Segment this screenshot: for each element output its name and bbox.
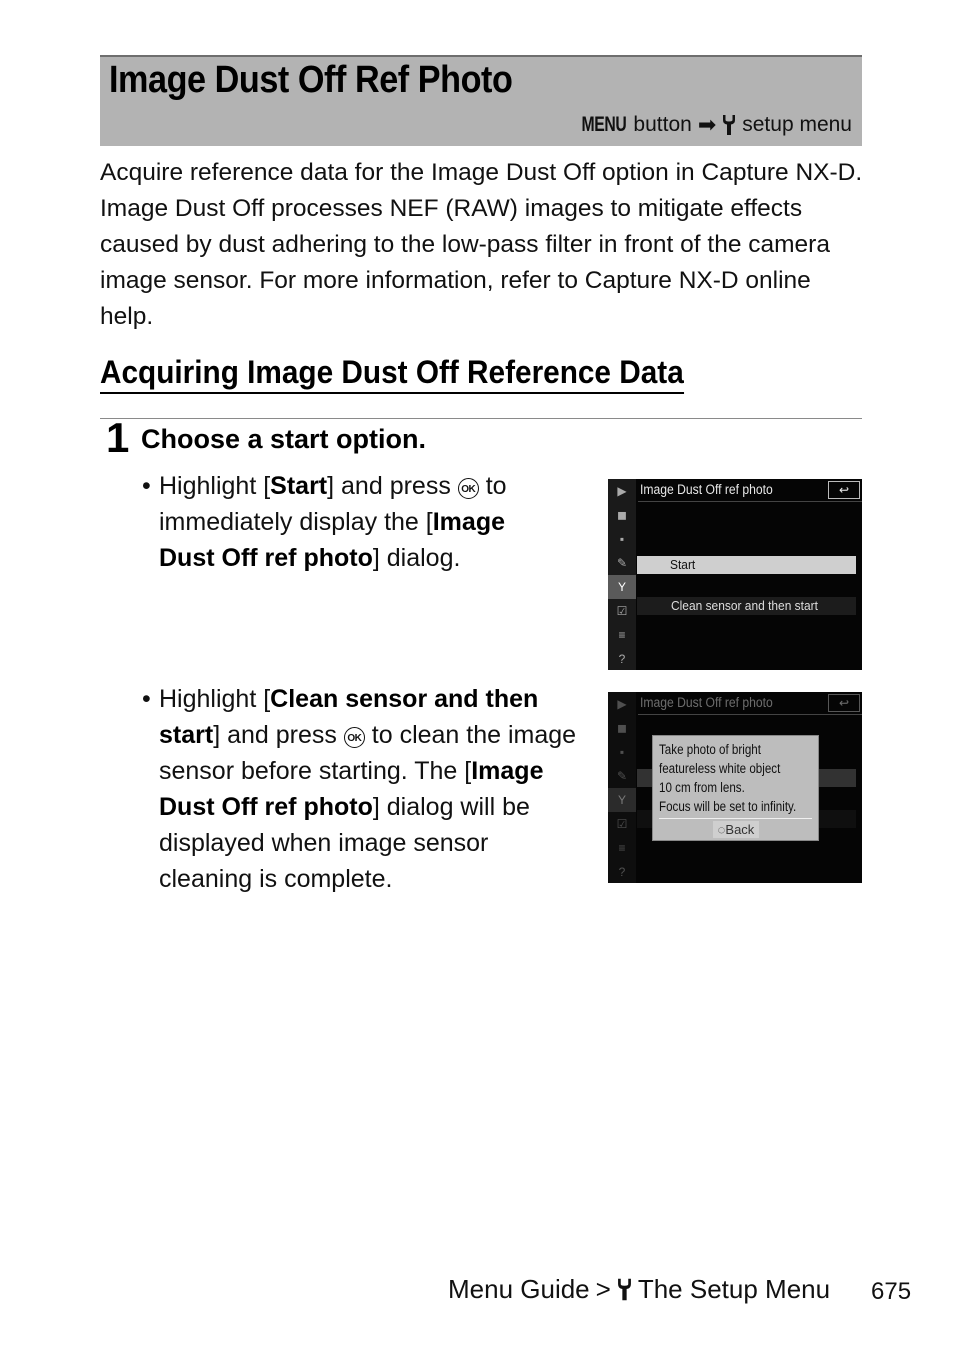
menu-button-glyph: MENU xyxy=(581,113,626,136)
camera-icon: ◼ xyxy=(617,508,627,522)
bullet-dot: • xyxy=(142,685,151,713)
wrench-icon: Y xyxy=(608,788,636,812)
screen-title: Image Dust Off ref photo xyxy=(640,482,773,497)
bullet-text: Highlight [Start] and press OK to immedi… xyxy=(159,472,507,572)
breadcrumb-separator: > xyxy=(595,1274,611,1304)
bullet-text: Highlight [Clean sensor and then start] … xyxy=(159,685,577,893)
step-divider xyxy=(100,418,862,419)
ok-button-icon: OK xyxy=(457,478,479,499)
footer-breadcrumb: Menu Guide > The Setup Menu xyxy=(448,1274,830,1305)
dialog-divider xyxy=(659,818,812,819)
step-number: 1 xyxy=(106,414,130,461)
section-heading: Acquiring Image Dust Off Reference Data xyxy=(100,352,684,394)
my-menu-icon: ≡ xyxy=(618,628,626,642)
dialog-message: Take photo of bright featureless white o… xyxy=(659,742,797,814)
page-title: Image Dust Off Ref Photo xyxy=(109,59,513,101)
retouch-icon: ☑ xyxy=(616,817,628,831)
breadcrumb-current[interactable]: The Setup Menu xyxy=(638,1274,830,1305)
playback-icon: ▶ xyxy=(617,484,627,498)
camera-menu-sidebar: ▶ ◼ ▪ ✎ Y ☑ ≡ ? xyxy=(608,692,636,883)
ok-button-icon: OK xyxy=(343,727,365,748)
camera-icon: ◼ xyxy=(617,721,627,735)
screen-title-divider xyxy=(638,714,862,715)
playback-icon: ▶ xyxy=(617,697,627,711)
step-title: Choose a start option. xyxy=(141,424,427,454)
option-start: Start xyxy=(637,556,856,574)
page-number: 675 xyxy=(871,1278,912,1305)
movie-icon: ▪ xyxy=(619,532,625,546)
page-title-bar: Image Dust Off Ref Photo MENU button ➡ s… xyxy=(100,55,862,146)
movie-icon: ▪ xyxy=(619,745,625,759)
dust-off-dialog: Take photo of bright featureless white o… xyxy=(652,735,819,841)
my-menu-icon: ≡ xyxy=(618,841,626,855)
button-label: button xyxy=(633,113,692,136)
bullet-dot: • xyxy=(142,472,151,500)
pencil-icon: ✎ xyxy=(616,769,628,783)
arrow-right-icon: ➡ xyxy=(697,112,717,137)
menu-navigation-path: MENU button ➡ setup menu xyxy=(574,112,852,138)
screen-title-divider xyxy=(638,501,862,502)
dialog-back-button: ◌Back xyxy=(713,821,759,838)
wrench-icon xyxy=(723,115,736,135)
camera-menu-sidebar: ▶ ◼ ▪ ✎ Y ☑ ≡ ? xyxy=(608,479,636,670)
screen-title: Image Dust Off ref photo xyxy=(640,695,773,710)
help-icon: ? xyxy=(618,865,626,879)
bullet-start: • Highlight [Start] and press OK to imme… xyxy=(142,468,562,576)
wrench-icon: Y xyxy=(608,575,636,599)
back-icon: ↩ xyxy=(828,481,860,499)
camera-screen-start: ▶ ◼ ▪ ✎ Y ☑ ≡ ? Image Dust Off ref photo… xyxy=(608,479,862,670)
wrench-icon xyxy=(617,1278,631,1301)
intro-paragraph: Acquire reference data for the Image Dus… xyxy=(100,159,863,330)
retouch-icon: ☑ xyxy=(616,604,628,618)
option-clean-sensor: Clean sensor and then start xyxy=(637,597,856,615)
help-icon: ? xyxy=(618,652,626,666)
bullet-clean-sensor: • Highlight [Clean sensor and then start… xyxy=(142,681,582,897)
back-icon: ↩ xyxy=(828,694,860,712)
setup-menu-label: setup menu xyxy=(742,113,852,136)
pencil-icon: ✎ xyxy=(616,556,628,570)
camera-screen-dialog: ▶ ◼ ▪ ✎ Y ☑ ≡ ? Image Dust Off ref photo… xyxy=(608,692,862,883)
breadcrumb-parent[interactable]: Menu Guide xyxy=(448,1274,590,1305)
